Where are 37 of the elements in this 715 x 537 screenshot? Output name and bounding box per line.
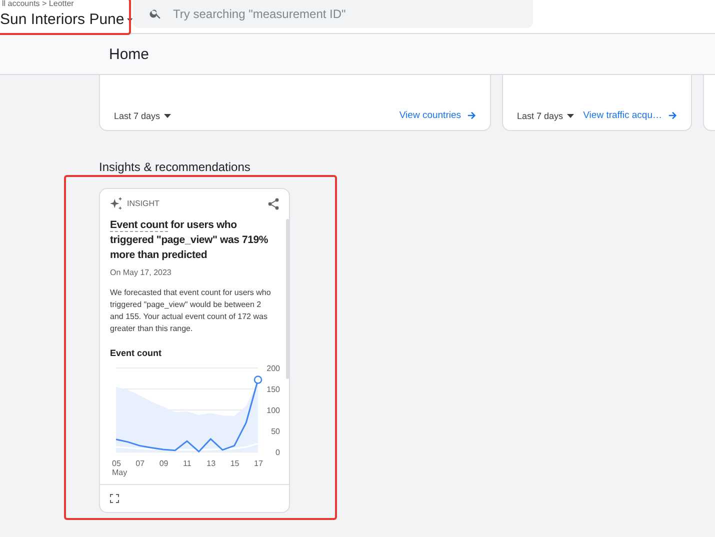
- section-title: Insights & recommendations: [99, 160, 252, 174]
- axis-title: May: [112, 468, 128, 477]
- view-link[interactable]: View traffic acqu…: [583, 110, 677, 121]
- axis-label: 09: [159, 459, 168, 468]
- property-selector[interactable]: Sun Interiors Pune: [0, 11, 133, 28]
- caret-icon: [127, 18, 133, 22]
- caret-icon: [164, 114, 172, 118]
- axis-label: 100: [266, 406, 280, 415]
- arrow-icon: [668, 111, 677, 120]
- caret-icon: [567, 114, 574, 118]
- expand-icon[interactable]: [110, 494, 119, 503]
- sparkle-icon: [110, 197, 123, 210]
- axis-label: 200: [266, 364, 280, 373]
- date-range-dropdown[interactable]: Last 7 days: [517, 111, 574, 121]
- insight-date: On May 17, 2023: [110, 268, 172, 277]
- insight-label: INSIGHT: [127, 199, 160, 208]
- search-icon: [149, 7, 162, 20]
- axis-label: 50: [271, 427, 280, 436]
- breadcrumb[interactable]: ll accounts > Leotter: [0, 0, 133, 8]
- axis-label: 11: [183, 459, 192, 468]
- page-title: Home: [109, 46, 150, 62]
- insight-title: Event count for users who triggered "page_view" was 719% more than predicted: [110, 218, 270, 263]
- view-link[interactable]: View countries: [399, 110, 476, 121]
- axis-label: 15: [230, 459, 240, 468]
- insight-description: We forecasted that event count for users who triggered "page_view" would be between 2 and 155. Your actual event count of 172 was greater than this range.: [110, 287, 272, 335]
- chart-title: Event count: [110, 348, 163, 358]
- axis-label: 17: [254, 459, 263, 468]
- axis-label: 05: [112, 459, 121, 468]
- arrow-icon: [467, 111, 476, 120]
- axis-label: 150: [266, 385, 280, 394]
- data-point: [254, 376, 262, 384]
- axis-label: 13: [206, 459, 216, 468]
- share-icon[interactable]: [268, 198, 279, 210]
- date-range-dropdown[interactable]: Last 7 days: [114, 111, 172, 121]
- axis-label: 07: [136, 459, 145, 468]
- axis-label: 0: [276, 448, 280, 457]
- search-field[interactable]: Try searching "measurement ID": [133, 0, 533, 28]
